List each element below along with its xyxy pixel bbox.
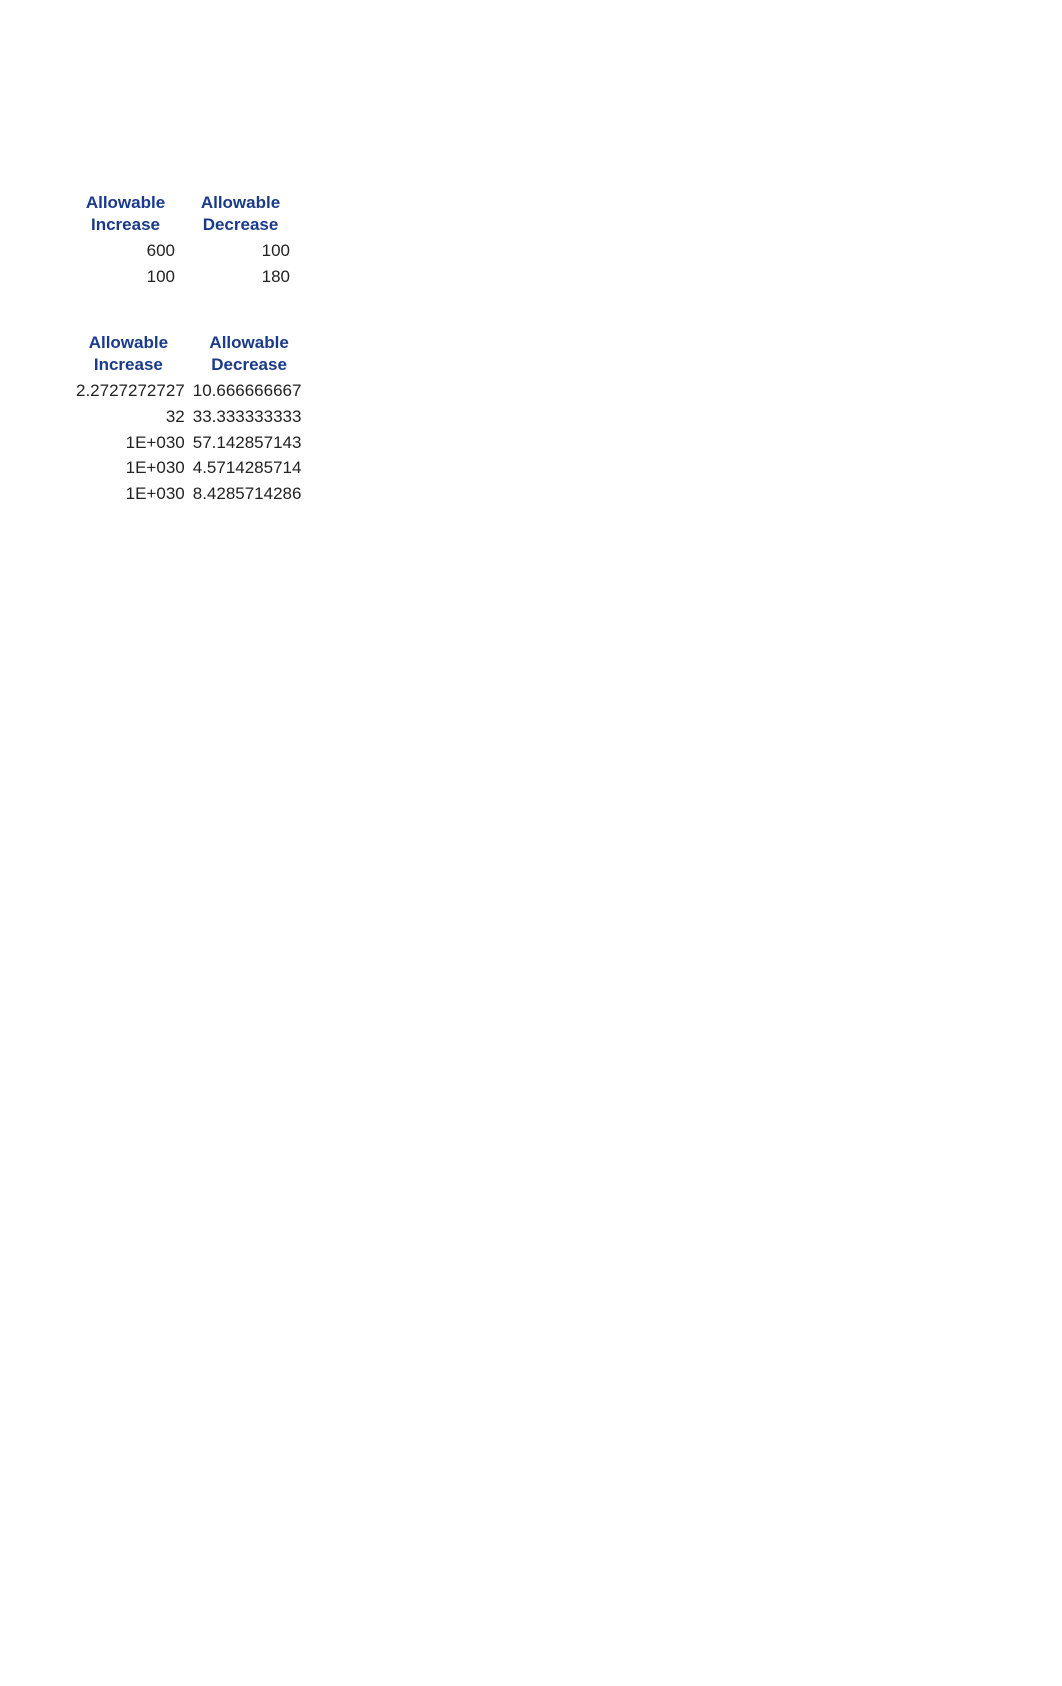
cell-decrease: 57.142857143 (189, 430, 310, 456)
cell-increase: 1E+030 (68, 481, 189, 507)
cell-increase: 1E+030 (68, 455, 189, 481)
cell-decrease: 4.5714285714 (189, 455, 310, 481)
cell-increase: 100 (68, 264, 183, 290)
header-text: Allowable (86, 193, 165, 212)
table-row: 32 33.333333333 (68, 404, 309, 430)
header-allowable-increase: Allowable Increase (68, 330, 189, 378)
cell-increase: 32 (68, 404, 189, 430)
header-text: Allowable (209, 333, 288, 352)
table-1: Allowable Increase Allowable Decrease 60… (68, 190, 309, 290)
header-text: Allowable (201, 193, 280, 212)
header-text: Increase (91, 215, 160, 234)
header-allowable-decrease: Allowable Decrease (183, 190, 298, 238)
table-2: Allowable Increase Allowable Decrease 2.… (68, 330, 309, 507)
cell-decrease: 180 (183, 264, 298, 290)
table-row: 100 180 (68, 264, 298, 290)
cell-decrease: 100 (183, 238, 298, 264)
cell-decrease: 10.666666667 (189, 378, 310, 404)
header-text: Allowable (89, 333, 168, 352)
header-text: Decrease (211, 355, 287, 374)
header-allowable-increase: Allowable Increase (68, 190, 183, 238)
table-row: 600 100 (68, 238, 298, 264)
table-row: 2.2727272727 10.666666667 (68, 378, 309, 404)
cell-increase: 1E+030 (68, 430, 189, 456)
cell-increase: 2.2727272727 (68, 378, 189, 404)
header-allowable-decrease: Allowable Decrease (189, 330, 310, 378)
table-row: 1E+030 8.4285714286 (68, 481, 309, 507)
cell-decrease: 8.4285714286 (189, 481, 310, 507)
table-row: 1E+030 4.5714285714 (68, 455, 309, 481)
cell-increase: 600 (68, 238, 183, 264)
header-text: Decrease (203, 215, 279, 234)
table-row: 1E+030 57.142857143 (68, 430, 309, 456)
cell-decrease: 33.333333333 (189, 404, 310, 430)
header-text: Increase (94, 355, 163, 374)
